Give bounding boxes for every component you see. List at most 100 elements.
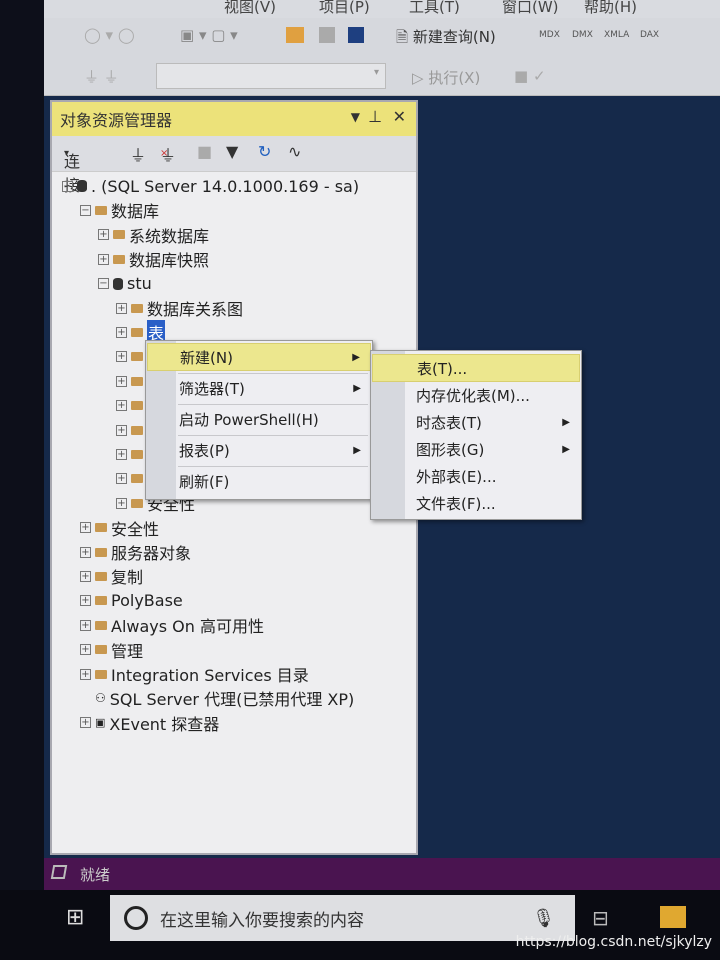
tree-node[interactable]: ⚇ SQL Server 代理(已禁用代理 XP) bbox=[80, 686, 354, 710]
task-view-icon[interactable]: ⊟ bbox=[592, 906, 609, 930]
tree-node[interactable]: + bbox=[116, 394, 147, 418]
expand-icon[interactable]: + bbox=[116, 351, 127, 363]
menu-item[interactable]: 图形表(G) ▶ bbox=[372, 435, 580, 463]
dax-query-button[interactable]: DAX bbox=[640, 30, 659, 40]
mdx-query-button[interactable]: MDX bbox=[539, 30, 560, 40]
menu-item[interactable]: 启动 PowerShell(H) bbox=[147, 405, 371, 433]
disconnect-icon[interactable]: × ⏚ bbox=[160, 142, 176, 166]
tree-node[interactable]: + 数据库快照 bbox=[98, 247, 209, 271]
menu-item[interactable]: 新建(N) ▶ bbox=[147, 343, 371, 371]
menu-item[interactable]: 文件表(F)... bbox=[372, 489, 580, 517]
menu-item[interactable]: 报表(P) ▶ bbox=[147, 436, 371, 464]
tree-node[interactable]: + 安全性 bbox=[80, 516, 159, 540]
folder-icon bbox=[131, 449, 143, 459]
tree-node[interactable]: + bbox=[116, 442, 147, 466]
menu-view[interactable]: 视图(V) bbox=[224, 0, 276, 17]
expand-icon[interactable]: + bbox=[116, 497, 127, 509]
tree-node[interactable]: − . (SQL Server 14.0.1000.169 - sa) bbox=[62, 174, 359, 198]
expand-icon[interactable]: + bbox=[80, 717, 91, 729]
menu-item[interactable]: 筛选器(T) ▶ bbox=[147, 374, 371, 402]
expand-icon[interactable]: + bbox=[98, 253, 109, 265]
open-folder-icon[interactable] bbox=[286, 27, 304, 43]
new-query-button[interactable]: 🗎 新建查询(N) bbox=[396, 26, 496, 52]
expand-icon[interactable]: + bbox=[80, 644, 91, 656]
folder-icon bbox=[131, 425, 143, 435]
folder-icon bbox=[95, 645, 107, 655]
tree-node[interactable]: + 复制 bbox=[80, 564, 143, 588]
file-explorer-icon[interactable] bbox=[660, 906, 686, 928]
expand-icon[interactable]: + bbox=[80, 619, 91, 631]
folder-icon bbox=[95, 547, 107, 557]
tree-node-label: SQL Server 代理(已禁用代理 XP) bbox=[109, 690, 355, 710]
activity-monitor-icon[interactable]: ∿ bbox=[288, 142, 301, 161]
expand-icon[interactable]: + bbox=[80, 668, 91, 680]
pin-icon[interactable]: ⊥ bbox=[368, 107, 382, 126]
plug-icon[interactable]: ⏚ bbox=[130, 142, 146, 166]
tree-node[interactable]: + 系统数据库 bbox=[98, 223, 209, 247]
expand-icon[interactable]: + bbox=[80, 595, 91, 607]
tree-node[interactable]: + 服务器对象 bbox=[80, 540, 191, 564]
tree-node[interactable]: + Integration Services 目录 bbox=[80, 662, 309, 686]
stop-icon[interactable]: ■ bbox=[197, 142, 212, 161]
save-all-icon[interactable] bbox=[348, 27, 364, 43]
taskbar-search-box[interactable]: 在这里输入你要搜索的内容 🎙 bbox=[110, 895, 575, 941]
back-icon[interactable]: ◯ ▾ ◯ bbox=[84, 26, 135, 44]
execute-button[interactable]: ▷ 执行(X) bbox=[412, 67, 480, 88]
expand-icon[interactable]: + bbox=[116, 448, 127, 460]
menu-project[interactable]: 项目(P) bbox=[319, 0, 370, 17]
tree-node-label: 管理 bbox=[111, 641, 144, 661]
folder-icon bbox=[95, 205, 107, 215]
expand-icon[interactable]: + bbox=[116, 375, 127, 387]
menu-item[interactable]: 外部表(E)... bbox=[372, 462, 580, 490]
refresh-icon[interactable]: ↻ bbox=[258, 142, 271, 161]
dropdown-icon[interactable]: ▼ bbox=[351, 110, 360, 124]
menu-item[interactable]: 刷新(F) bbox=[147, 467, 371, 495]
tree-node[interactable]: − 数据库 bbox=[80, 198, 159, 222]
tree-node[interactable]: + PolyBase bbox=[80, 589, 183, 613]
menu-help[interactable]: 帮助(H) bbox=[584, 0, 637, 17]
close-icon[interactable]: ✕ bbox=[393, 107, 406, 126]
folder-icon bbox=[131, 327, 143, 337]
filter-icon[interactable]: ▼ bbox=[226, 142, 238, 161]
tree-node[interactable]: − stu bbox=[98, 272, 152, 296]
expand-icon[interactable]: + bbox=[80, 522, 91, 534]
database-dropdown[interactable]: ▾ bbox=[156, 63, 386, 89]
expand-icon[interactable]: + bbox=[116, 400, 127, 412]
status-text: 就绪 bbox=[80, 866, 111, 884]
xmla-query-button[interactable]: XMLA bbox=[604, 30, 629, 40]
menu-window[interactable]: 窗口(W) bbox=[502, 0, 559, 17]
tree-node[interactable]: + bbox=[116, 467, 147, 491]
tree-node[interactable]: + bbox=[116, 418, 147, 442]
save-icon[interactable] bbox=[319, 27, 335, 43]
expand-icon[interactable]: + bbox=[116, 473, 127, 485]
folder-icon bbox=[113, 254, 125, 264]
tree-node[interactable]: + ▣ XEvent 探查器 bbox=[80, 711, 219, 735]
collapse-icon[interactable]: − bbox=[98, 278, 109, 290]
menu-tools[interactable]: 工具(T) bbox=[409, 0, 460, 17]
menu-item-label: 内存优化表(M)... bbox=[416, 386, 530, 405]
expand-icon[interactable]: + bbox=[80, 570, 91, 582]
new-project-icon[interactable]: ▣ ▾ ▢ ▾ bbox=[180, 26, 238, 44]
connect-icon[interactable]: ⏚ ⏚ bbox=[84, 66, 119, 87]
expand-icon[interactable]: + bbox=[98, 229, 109, 241]
expand-icon[interactable]: + bbox=[80, 546, 91, 558]
expand-icon[interactable]: + bbox=[116, 424, 127, 436]
microphone-icon[interactable]: 🎙 bbox=[532, 908, 555, 929]
tree-node[interactable]: + bbox=[116, 369, 147, 393]
collapse-icon[interactable]: − bbox=[62, 180, 73, 192]
tree-node[interactable]: + Always On 高可用性 bbox=[80, 613, 264, 637]
collapse-icon[interactable]: − bbox=[80, 204, 91, 216]
submenu-arrow-icon: ▶ bbox=[562, 416, 570, 428]
tree-node[interactable]: + bbox=[116, 345, 147, 369]
menu-item[interactable]: 表(T)... bbox=[372, 354, 580, 382]
expand-icon[interactable]: + bbox=[116, 302, 127, 314]
tree-node[interactable]: + 管理 bbox=[80, 638, 143, 662]
menu-item[interactable]: 内存优化表(M)... bbox=[372, 381, 580, 409]
windows-start-icon[interactable]: ⊞ bbox=[66, 905, 84, 930]
tree-node[interactable]: + 数据库关系图 bbox=[116, 296, 243, 320]
menu-item[interactable]: 时态表(T) ▶ bbox=[372, 408, 580, 436]
stop-icon[interactable]: ■ ✓ bbox=[514, 67, 546, 85]
cortana-icon[interactable] bbox=[124, 906, 148, 930]
dmx-query-button[interactable]: DMX bbox=[572, 30, 593, 40]
expand-icon[interactable]: + bbox=[116, 326, 127, 338]
